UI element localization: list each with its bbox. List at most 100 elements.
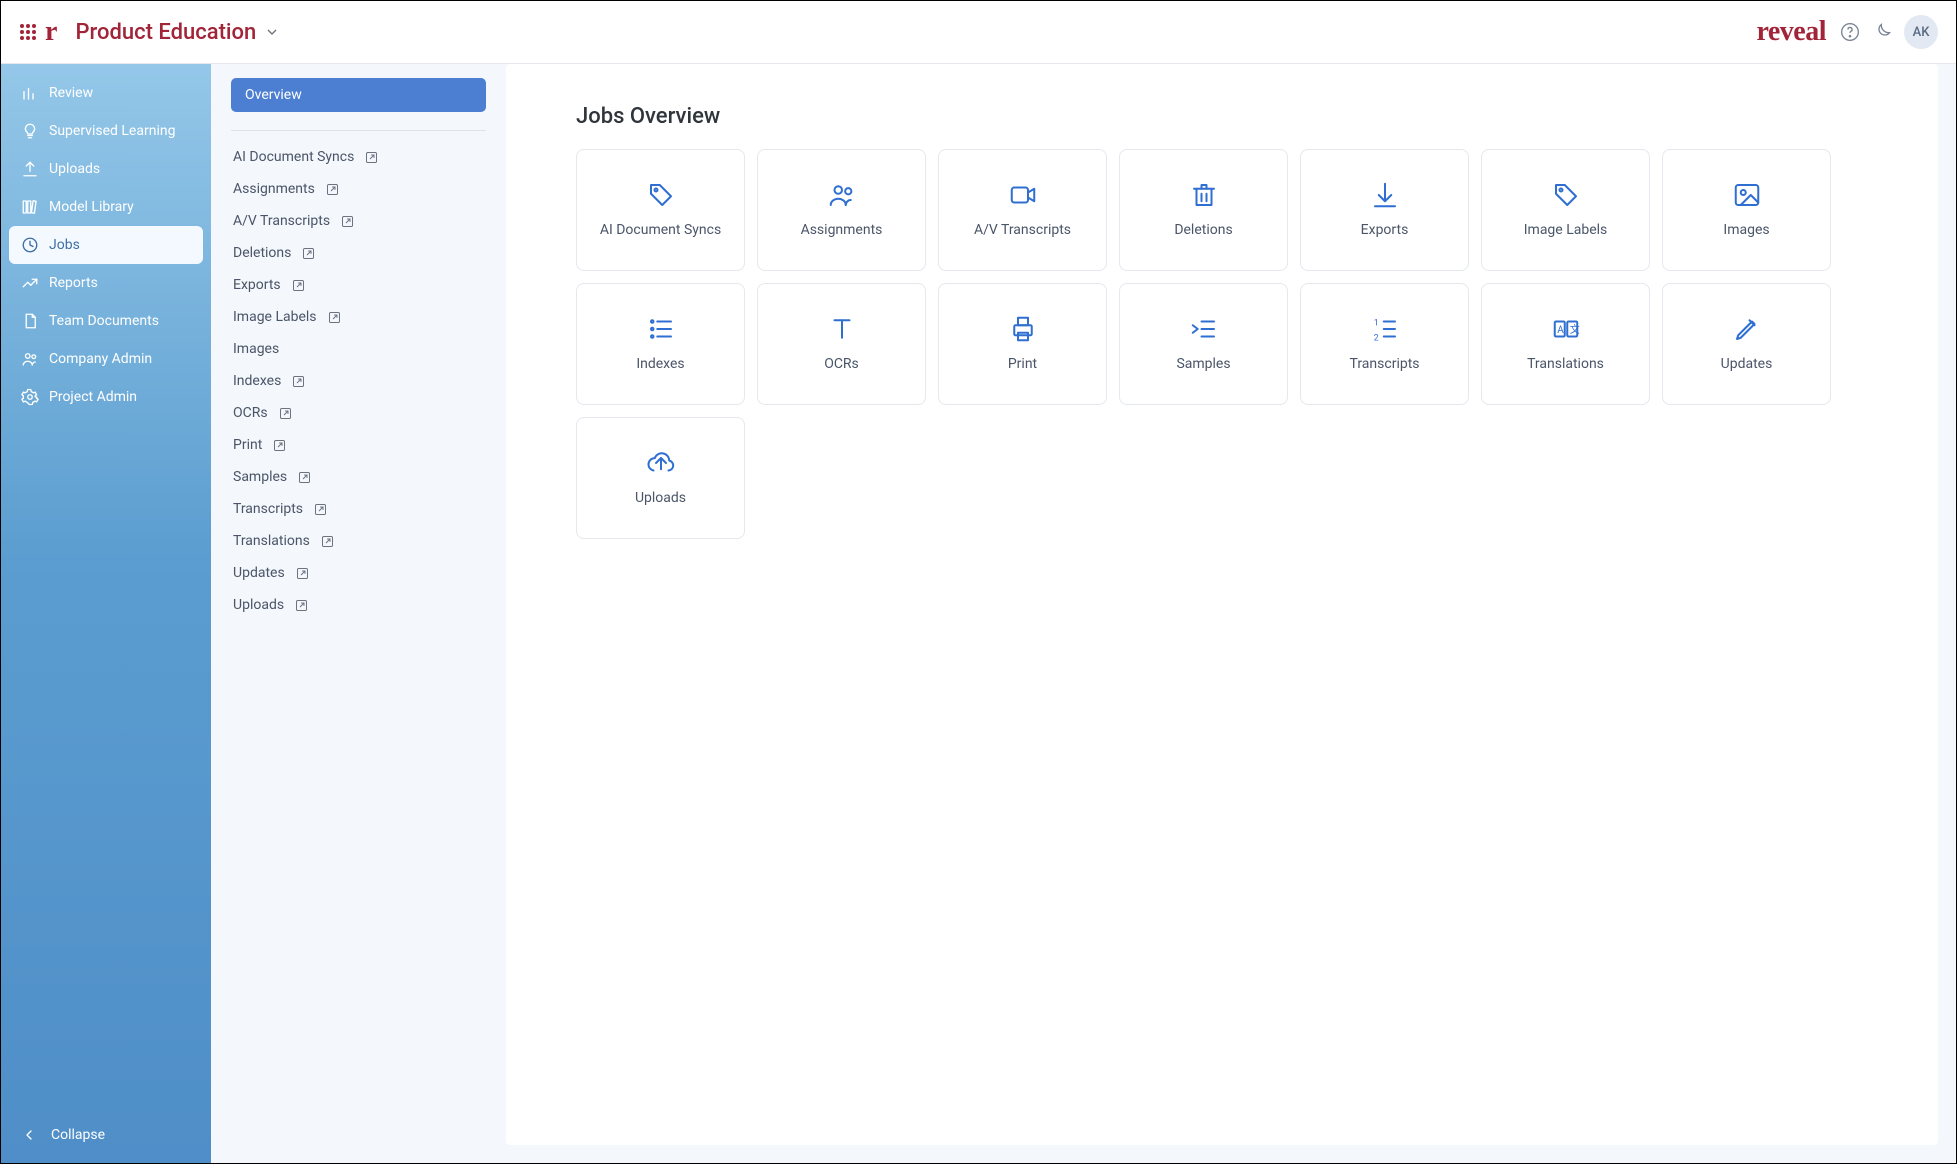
nav2-item-assignments[interactable]: Assignments xyxy=(231,173,486,205)
nav1-item-project-admin[interactable]: Project Admin xyxy=(9,378,203,416)
job-card-translations[interactable]: A文 Translations xyxy=(1481,283,1650,405)
job-card-label: Indexes xyxy=(636,356,684,374)
job-card-images[interactable]: Images xyxy=(1662,149,1831,271)
apps-grid-icon[interactable] xyxy=(19,23,37,41)
job-card-ai-document-syncs[interactable]: AI Document Syncs xyxy=(576,149,745,271)
brand-mark-icon[interactable]: r xyxy=(45,16,57,48)
job-card-label: Translations xyxy=(1527,356,1604,374)
nav1-item-model-library[interactable]: Model Library xyxy=(9,188,203,226)
job-card-deletions[interactable]: Deletions xyxy=(1119,149,1288,271)
job-card-transcripts[interactable]: 12Transcripts xyxy=(1300,283,1469,405)
job-card-label: Uploads xyxy=(635,490,686,508)
svg-text:1: 1 xyxy=(1373,319,1378,329)
nav1-item-review[interactable]: Review xyxy=(9,74,203,112)
nav2-item-label: AI Document Syncs xyxy=(233,149,354,165)
nav2-item-samples[interactable]: Samples xyxy=(231,461,486,493)
nav1-collapse-button[interactable]: Collapse xyxy=(9,1117,203,1153)
job-card-uploads[interactable]: Uploads xyxy=(576,417,745,539)
job-card-print[interactable]: Print xyxy=(938,283,1107,405)
nav2-item-transcripts[interactable]: Transcripts xyxy=(231,493,486,525)
line-chart-icon xyxy=(21,274,39,292)
nav2-item-ocrs[interactable]: OCRs xyxy=(231,397,486,429)
nav2-item-images[interactable]: Images xyxy=(231,333,486,365)
external-link-icon xyxy=(325,182,340,197)
nav2-item-translations[interactable]: Translations xyxy=(231,525,486,557)
help-icon[interactable] xyxy=(1840,22,1860,42)
nav1-collapse-label: Collapse xyxy=(51,1127,105,1143)
upload-cloud-icon xyxy=(646,448,676,478)
nav1-item-uploads[interactable]: Uploads xyxy=(9,150,203,188)
nav1-item-company-admin[interactable]: Company Admin xyxy=(9,340,203,378)
job-card-label: AI Document Syncs xyxy=(600,222,721,240)
users-icon xyxy=(21,350,39,368)
printer-icon xyxy=(1008,314,1038,344)
nav2-item-image-labels[interactable]: Image Labels xyxy=(231,301,486,333)
external-link-icon xyxy=(291,278,306,293)
job-card-label: A/V Transcripts xyxy=(974,222,1071,240)
job-card-updates[interactable]: Updates xyxy=(1662,283,1831,405)
nav1-item-label: Supervised Learning xyxy=(49,123,175,139)
nav2-item-label: Exports xyxy=(233,277,281,293)
library-icon xyxy=(21,198,39,216)
nav2-item-label: Print xyxy=(233,437,262,453)
job-card-image-labels[interactable]: Image Labels xyxy=(1481,149,1650,271)
job-card-label: Samples xyxy=(1176,356,1230,374)
job-card-label: Image Labels xyxy=(1524,222,1608,240)
nav2-item-exports[interactable]: Exports xyxy=(231,269,486,301)
nav2-item-uploads[interactable]: Uploads xyxy=(231,589,486,621)
nav2-item-ai-document-syncs[interactable]: AI Document Syncs xyxy=(231,141,486,173)
job-card-a-v-transcripts[interactable]: A/V Transcripts xyxy=(938,149,1107,271)
job-card-label: Deletions xyxy=(1174,222,1232,240)
pencil-icon xyxy=(1732,314,1762,344)
nav2-item-indexes[interactable]: Indexes xyxy=(231,365,486,397)
nav1-item-label: Review xyxy=(49,85,93,101)
primary-sidebar: Review Supervised Learning UploadsModel Li… xyxy=(1,64,211,1163)
nav1-item-label: Jobs xyxy=(49,237,80,253)
nav2-item-print[interactable]: Print xyxy=(231,429,486,461)
nav1-item-reports[interactable]: Reports xyxy=(9,264,203,302)
external-link-icon xyxy=(320,534,335,549)
svg-text:2: 2 xyxy=(1373,334,1378,344)
avatar[interactable]: AK xyxy=(1904,15,1938,49)
document-icon xyxy=(21,312,39,330)
nav2-item-label: Samples xyxy=(233,469,287,485)
nav1-item-supervised-learning[interactable]: Supervised Learning xyxy=(9,112,203,150)
project-name[interactable]: Product Education xyxy=(75,20,256,45)
job-card-indexes[interactable]: Indexes xyxy=(576,283,745,405)
nav1-item-jobs[interactable]: Jobs xyxy=(9,226,203,264)
list-icon xyxy=(646,314,676,344)
job-card-label: OCRs xyxy=(824,356,859,374)
external-link-icon xyxy=(295,566,310,581)
translate-icon: A文 xyxy=(1551,314,1581,344)
external-link-icon xyxy=(297,470,312,485)
nav2-item-updates[interactable]: Updates xyxy=(231,557,486,589)
theme-toggle-icon[interactable] xyxy=(1872,22,1892,42)
chevron-down-icon[interactable] xyxy=(264,24,280,40)
external-link-icon xyxy=(278,406,293,421)
nav2-item-a-v-transcripts[interactable]: A/V Transcripts xyxy=(231,205,486,237)
gear-icon xyxy=(21,388,39,406)
nav1-item-team-documents[interactable]: Team Documents xyxy=(9,302,203,340)
page-title: Jobs Overview xyxy=(576,104,1868,129)
job-card-label: Updates xyxy=(1721,356,1773,374)
nav2-item-label: Image Labels xyxy=(233,309,317,325)
content: Jobs Overview AI Document Syncs Assignmen… xyxy=(506,64,1938,1145)
nav2-overview-tab[interactable]: Overview xyxy=(231,78,486,112)
job-card-samples[interactable]: Samples xyxy=(1119,283,1288,405)
nav2-item-label: Uploads xyxy=(233,597,284,613)
job-card-exports[interactable]: Exports xyxy=(1300,149,1469,271)
clock-icon xyxy=(21,236,39,254)
nav2-item-label: A/V Transcripts xyxy=(233,213,330,229)
nav2-item-label: Indexes xyxy=(233,373,281,389)
external-link-icon xyxy=(340,214,355,229)
nav2-item-deletions[interactable]: Deletions xyxy=(231,237,486,269)
external-link-icon xyxy=(313,502,328,517)
tag-icon xyxy=(1551,180,1581,210)
external-link-icon xyxy=(291,374,306,389)
tag-icon xyxy=(646,180,676,210)
job-card-ocrs[interactable]: OCRs xyxy=(757,283,926,405)
chevron-left-icon xyxy=(21,1127,37,1143)
job-card-label: Assignments xyxy=(801,222,883,240)
bar-chart-icon xyxy=(21,84,39,102)
job-card-assignments[interactable]: Assignments xyxy=(757,149,926,271)
